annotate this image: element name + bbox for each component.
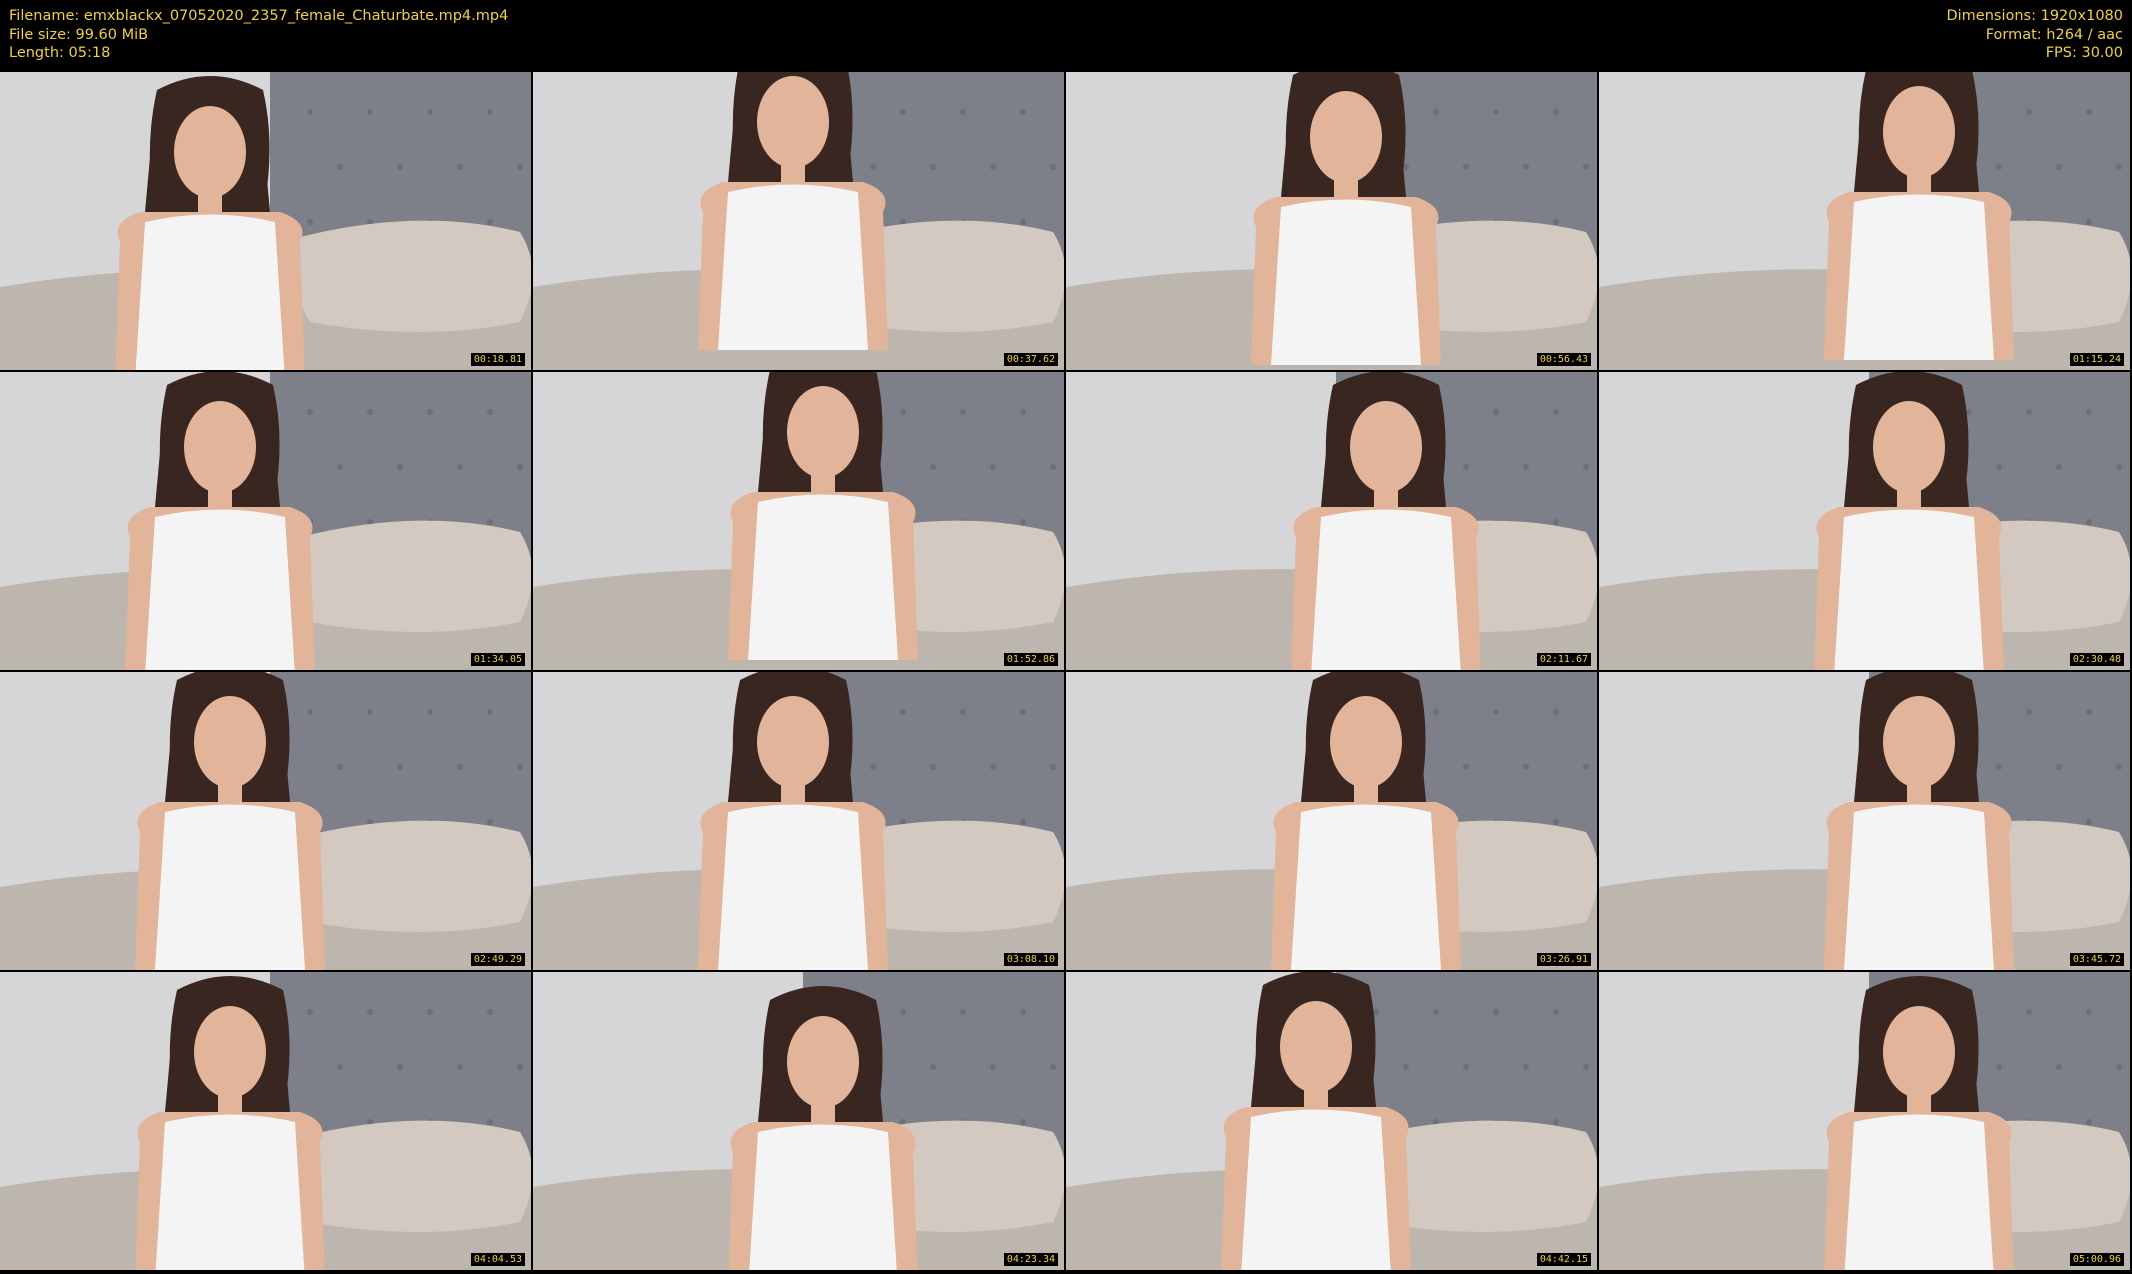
fps-text: FPS: 30.00 <box>2045 45 2123 61</box>
video-thumbnail[interactable]: 02:49.29 <box>0 672 531 970</box>
video-thumbnail[interactable]: 05:00.96 <box>1599 972 2130 1270</box>
timestamp-label: 00:37.62 <box>1003 353 1058 366</box>
frame-image <box>0 672 531 970</box>
file-info: Filename: emxblackx_07052020_2357_female… <box>9 7 508 63</box>
timestamp-label: 00:18.81 <box>470 353 525 366</box>
frame-image <box>533 972 1064 1270</box>
frame-image <box>1599 972 2130 1270</box>
video-thumbnail[interactable]: 01:52.86 <box>533 372 1064 670</box>
video-thumbnail[interactable]: 04:42.15 <box>1066 972 1597 1270</box>
timestamp-label: 04:42.15 <box>1536 1253 1591 1266</box>
frame-image <box>0 372 531 670</box>
timestamp-label: 01:34.05 <box>470 653 525 666</box>
video-thumbnail[interactable]: 01:34.05 <box>0 372 531 670</box>
video-thumbnail[interactable]: 04:23.34 <box>533 972 1064 1270</box>
stream-info: Dimensions: 1920x1080 Format: h264 / aac… <box>1946 7 2123 63</box>
frame-image <box>1066 672 1597 970</box>
frame-image <box>533 672 1064 970</box>
filename-text: Filename: emxblackx_07052020_2357_female… <box>9 8 509 24</box>
frame-image <box>1066 72 1597 370</box>
video-thumbnail[interactable]: 00:18.81 <box>0 72 531 370</box>
info-header: Filename: emxblackx_07052020_2357_female… <box>0 0 2132 72</box>
timestamp-label: 04:23.34 <box>1003 1253 1058 1266</box>
video-thumbnail[interactable]: 01:15.24 <box>1599 72 2130 370</box>
dimensions-text: Dimensions: 1920x1080 <box>1946 8 2123 24</box>
video-thumbnail[interactable]: 03:08.10 <box>533 672 1064 970</box>
timestamp-label: 00:56.43 <box>1536 353 1591 366</box>
frame-image <box>1599 72 2130 370</box>
frame-image <box>533 72 1064 370</box>
timestamp-label: 03:08.10 <box>1003 953 1058 966</box>
timestamp-label: 05:00.96 <box>2069 1253 2124 1266</box>
timestamp-label: 03:45.72 <box>2069 953 2124 966</box>
video-thumbnail[interactable]: 03:45.72 <box>1599 672 2130 970</box>
timestamp-label: 03:26.91 <box>1536 953 1591 966</box>
format-text: Format: h264 / aac <box>1985 26 2123 43</box>
timestamp-label: 02:11.67 <box>1536 653 1591 666</box>
video-thumbnail[interactable]: 03:26.91 <box>1066 672 1597 970</box>
frame-image <box>533 372 1064 670</box>
video-thumbnail[interactable]: 04:04.53 <box>0 972 531 1270</box>
video-thumbnail[interactable]: 02:11.67 <box>1066 372 1597 670</box>
timestamp-label: 01:52.86 <box>1003 653 1058 666</box>
thumbnail-grid: 00:18.81 00:37.62 00:56.43 01:15.24 01:34.05… <box>0 72 2132 1274</box>
frame-image <box>0 72 531 370</box>
frame-image <box>0 972 531 1270</box>
timestamp-label: 02:49.29 <box>470 953 525 966</box>
frame-image <box>1066 372 1597 670</box>
frame-image <box>1599 372 2130 670</box>
video-thumbnail[interactable]: 00:56.43 <box>1066 72 1597 370</box>
timestamp-label: 04:04.53 <box>470 1253 525 1266</box>
timestamp-label: 02:30.48 <box>2069 653 2124 666</box>
timestamp-label: 01:15.24 <box>2069 353 2124 366</box>
frame-image <box>1066 972 1597 1270</box>
length-text: Length: 05:18 <box>9 45 111 61</box>
video-thumbnail[interactable]: 02:30.48 <box>1599 372 2130 670</box>
video-thumbnail[interactable]: 00:37.62 <box>533 72 1064 370</box>
frame-image <box>1599 672 2130 970</box>
filesize-text: File size: 99.60 MiB <box>9 26 149 43</box>
